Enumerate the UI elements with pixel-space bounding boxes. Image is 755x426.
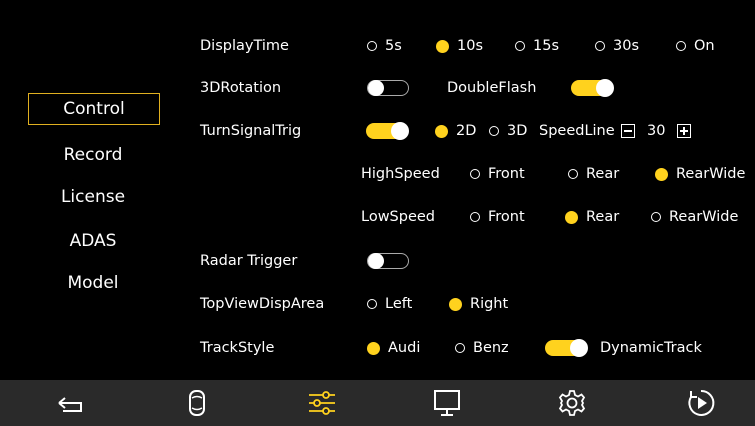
track-style-option-benz[interactable]: Benz — [455, 338, 509, 358]
radio-icon — [676, 41, 686, 51]
minus-icon[interactable] — [621, 124, 635, 138]
bottom-nav-bar — [0, 380, 755, 426]
radio-icon — [470, 169, 480, 179]
rotation-3d-label: 3DRotation — [200, 80, 282, 96]
top-view-label: TopViewDispArea — [200, 296, 325, 312]
monitor-icon[interactable] — [430, 388, 464, 418]
radar-trigger-label: Radar Trigger — [200, 253, 298, 269]
radio-icon — [470, 212, 480, 222]
radio-selected-icon — [435, 124, 448, 138]
radio-selected-icon — [565, 210, 578, 224]
back-icon[interactable] — [54, 388, 88, 418]
double-flash-label: DoubleFlash — [447, 80, 537, 96]
plus-icon[interactable] — [677, 124, 692, 138]
radio-icon — [367, 299, 377, 309]
turn-signal-label: TurnSignalTrig — [200, 123, 302, 139]
gear-icon[interactable] — [555, 388, 589, 418]
speedline-stepper: 30 — [621, 121, 697, 141]
display-time-label: DisplayTime — [200, 38, 289, 54]
display-time-option-on[interactable]: On — [676, 36, 715, 56]
radio-icon — [595, 41, 605, 51]
high-speed-option-front[interactable]: Front — [470, 164, 525, 184]
radio-selected-icon — [436, 39, 449, 53]
track-style-option-audi[interactable]: Audi — [367, 338, 420, 358]
radio-icon — [489, 126, 499, 136]
radio-selected-icon — [449, 297, 462, 311]
display-time-option-30s[interactable]: 30s — [595, 36, 639, 56]
radio-icon — [367, 41, 377, 51]
low-speed-option-rear[interactable]: Rear — [565, 207, 619, 227]
turn-signal-option-2d[interactable]: 2D — [435, 121, 476, 141]
radio-icon — [455, 343, 465, 353]
top-view-option-left[interactable]: Left — [367, 294, 412, 314]
play-icon[interactable] — [684, 388, 718, 418]
radio-icon — [568, 169, 578, 179]
sidebar-item-record[interactable]: Record — [28, 140, 158, 170]
display-time-option-5s[interactable]: 5s — [367, 36, 402, 56]
high-speed-option-rear[interactable]: Rear — [568, 164, 619, 184]
low-speed-label: LowSpeed — [361, 209, 436, 225]
sidebar-item-control[interactable]: Control — [28, 93, 160, 125]
high-speed-option-rearwide[interactable]: RearWide — [655, 164, 745, 184]
radio-icon — [515, 41, 525, 51]
low-speed-option-front[interactable]: Front — [470, 207, 525, 227]
display-time-option-10s[interactable]: 10s — [436, 36, 483, 56]
turn-signal-toggle[interactable] — [366, 122, 409, 140]
radio-selected-icon — [655, 167, 668, 181]
low-speed-option-rearwide[interactable]: RearWide — [651, 207, 738, 227]
radar-trigger-toggle[interactable] — [367, 252, 409, 269]
turn-signal-option-3d[interactable]: 3D — [489, 121, 527, 141]
radio-icon — [651, 212, 661, 222]
display-time-option-15s[interactable]: 15s — [515, 36, 559, 56]
double-flash-toggle[interactable] — [571, 79, 614, 97]
car-icon[interactable] — [180, 388, 214, 418]
sliders-icon[interactable] — [305, 388, 339, 418]
sidebar-item-adas[interactable]: ADAS — [28, 226, 158, 256]
speedline-label: SpeedLine — [539, 123, 615, 139]
high-speed-label: HighSpeed — [361, 166, 440, 182]
dynamic-track-toggle[interactable] — [545, 339, 588, 357]
radio-selected-icon — [367, 341, 380, 355]
sidebar-item-model[interactable]: Model — [28, 268, 158, 298]
speedline-value: 30 — [647, 123, 666, 139]
rotation-3d-toggle[interactable] — [367, 79, 409, 96]
sidebar-item-license[interactable]: License — [28, 182, 158, 212]
top-view-option-right[interactable]: Right — [449, 294, 508, 314]
track-style-label: TrackStyle — [200, 340, 275, 356]
dynamic-track-label: DynamicTrack — [600, 340, 702, 356]
